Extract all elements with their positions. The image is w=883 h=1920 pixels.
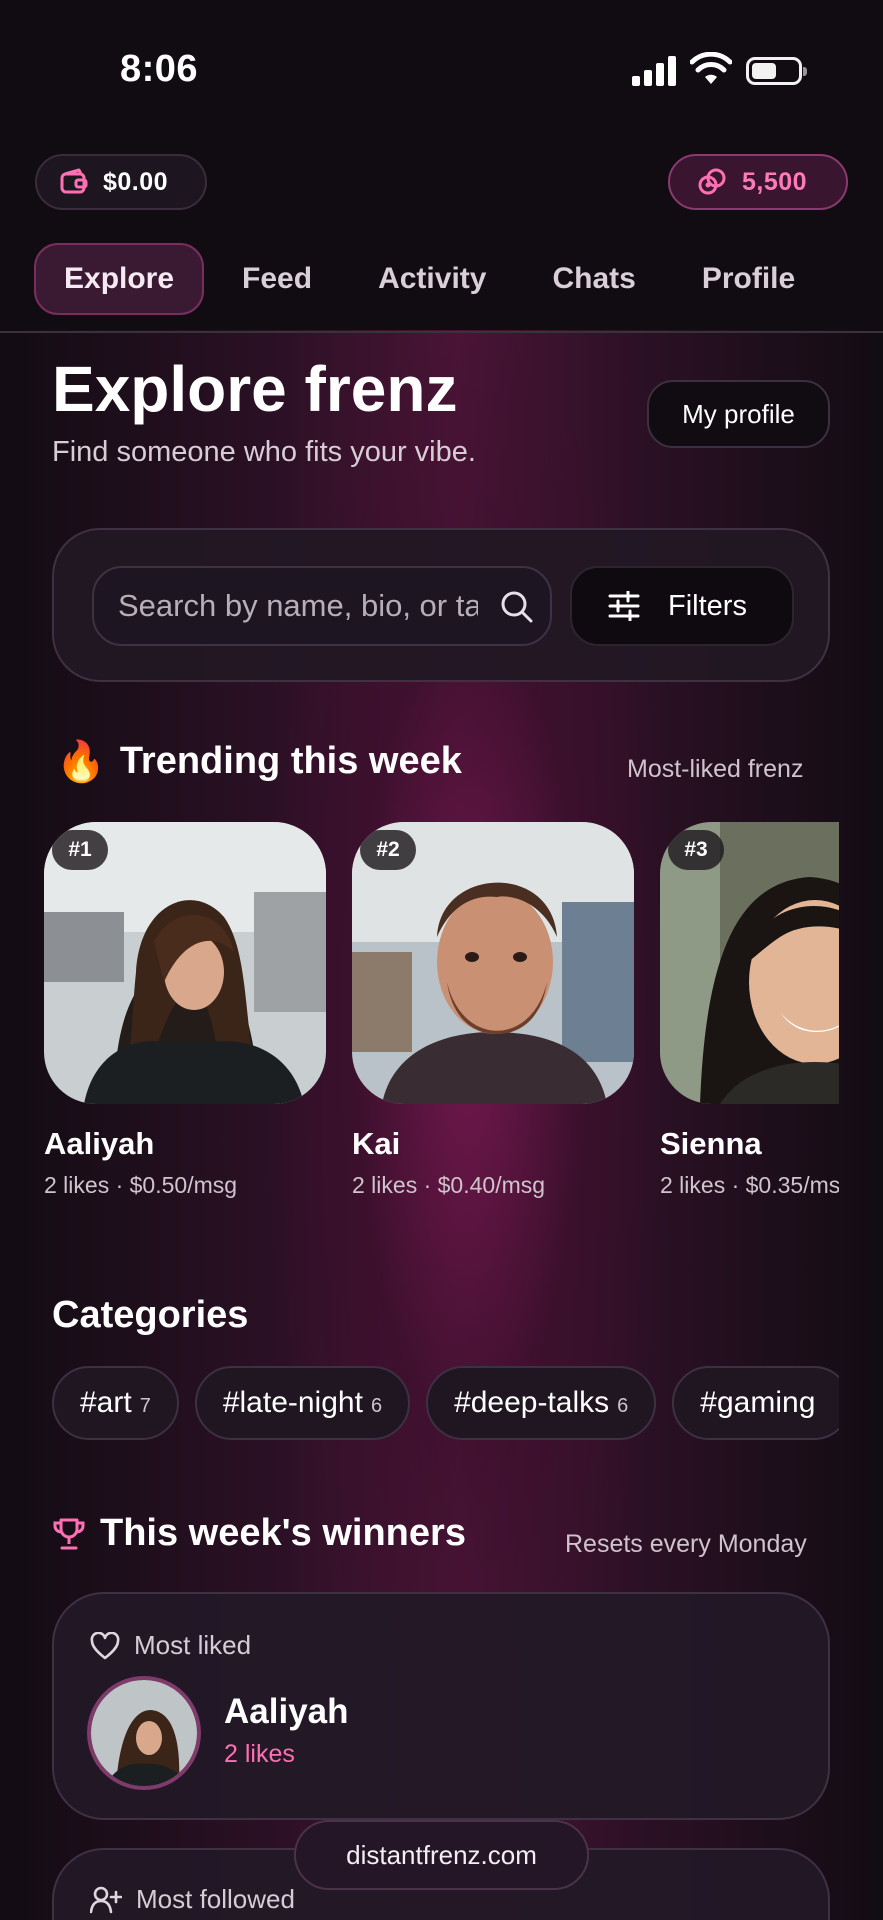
trending-stats: 2 likes · $0.35/msg — [660, 1172, 839, 1198]
status-time: 8:06 — [120, 48, 199, 90]
wallet-amount: $0.00 — [103, 167, 169, 196]
tab-profile[interactable]: Profile — [674, 243, 823, 315]
trophy-icon — [53, 1518, 85, 1549]
heart-icon — [90, 1631, 120, 1659]
wallet-icon — [60, 168, 88, 194]
winner-card-most-liked[interactable]: Most liked Aaliyah 2 likes — [52, 1592, 830, 1820]
category-count: 7 — [139, 1395, 151, 1417]
trending-card[interactable]: #1 Aaliyah 2 likes · $0.50/msg — [44, 822, 326, 1199]
battery-icon — [746, 57, 807, 85]
category-tag: #art — [80, 1386, 132, 1419]
winner-label-text: Most followed — [136, 1884, 295, 1914]
winner-likes: 2 likes — [224, 1740, 295, 1768]
categories-title: Categories — [52, 1294, 249, 1336]
category-count: 6 — [370, 1395, 383, 1417]
category-tag: #deep-talks — [454, 1386, 610, 1419]
page-title: Explore frenz — [52, 353, 458, 425]
winner-label: Most liked — [90, 1630, 251, 1661]
filters-button[interactable]: Filters — [570, 566, 794, 646]
filters-label: Filters — [668, 589, 747, 622]
coins-icon — [698, 168, 726, 195]
trending-name: Aaliyah — [44, 1126, 155, 1161]
search-card: Filters — [52, 528, 830, 682]
trending-photo[interactable]: #1 — [44, 822, 326, 1104]
trending-meta: Most-liked frenz — [627, 755, 804, 783]
category-chip[interactable]: #art 7 — [52, 1366, 179, 1440]
rank-badge: #2 — [360, 830, 416, 870]
status-bar: 8:06 — [0, 0, 883, 140]
category-chip[interactable]: #deep-talks 6 — [426, 1366, 657, 1440]
fire-icon: 🔥 — [56, 740, 106, 784]
categories-row[interactable]: #art 7 #late-night 6 #deep-talks 6 #gami… — [52, 1366, 839, 1442]
winner-label-text: Most liked — [134, 1630, 252, 1660]
tab-explore[interactable]: Explore — [34, 243, 205, 315]
page-subtitle: Find someone who fits your vibe. — [52, 436, 476, 468]
winners-title: This week's winners — [100, 1512, 466, 1554]
trending-name: Sienna — [660, 1126, 762, 1161]
trending-title: Trending this week — [119, 740, 462, 782]
rank-badge: #3 — [668, 830, 724, 870]
add-user-icon — [90, 1886, 122, 1913]
wallet-balance-pill[interactable]: $0.00 — [35, 154, 207, 210]
search-input[interactable] — [118, 568, 478, 644]
sliders-icon — [608, 591, 640, 621]
main-tabs: Explore Feed Activity Chats Profile — [34, 242, 833, 316]
trending-card[interactable]: #2 Kai 2 likes · $0.40/msg — [352, 822, 634, 1199]
winner-name: Aaliyah — [224, 1692, 349, 1731]
coins-amount: 5,500 — [742, 167, 808, 196]
search-field[interactable] — [92, 566, 552, 646]
cellular-signal-icon — [632, 56, 676, 86]
category-chip[interactable]: #late-night 6 — [194, 1366, 411, 1440]
category-tag: #late-night — [222, 1386, 363, 1419]
avatar — [87, 1676, 201, 1790]
tab-feed[interactable]: Feed — [214, 243, 340, 315]
trending-name: Kai — [352, 1126, 401, 1161]
category-chip[interactable]: #gaming — [672, 1366, 839, 1440]
wifi-icon — [690, 52, 732, 84]
search-icon — [501, 591, 533, 623]
trending-card[interactable]: #3 Sienna 2 likes · $0.35/msg — [660, 822, 839, 1199]
trending-photo[interactable]: #3 — [660, 822, 839, 1104]
tab-activity[interactable]: Activity — [350, 243, 514, 315]
coins-balance-pill[interactable]: 5,500 — [668, 154, 848, 210]
tab-chats[interactable]: Chats — [524, 243, 663, 315]
trending-photo[interactable]: #2 — [352, 822, 634, 1104]
tab-divider — [0, 331, 883, 333]
winners-meta: Resets every Monday — [565, 1530, 807, 1558]
trending-header: 🔥 Trending this week — [56, 738, 462, 785]
category-count: 6 — [617, 1395, 629, 1417]
winner-label: Most followed — [90, 1884, 295, 1915]
trending-stats: 2 likes · $0.40/msg — [352, 1172, 546, 1198]
my-profile-button[interactable]: My profile — [647, 380, 830, 448]
trending-stats: 2 likes · $0.50/msg — [44, 1172, 238, 1198]
category-tag: #gaming — [700, 1386, 816, 1419]
trending-carousel[interactable]: #1 Aaliyah 2 likes · $0.50/msg #2 Kai 2 … — [44, 822, 839, 1202]
rank-badge: #1 — [52, 830, 108, 870]
site-domain-pill[interactable]: distantfrenz.com — [294, 1820, 589, 1890]
winners-header: This week's winners — [52, 1512, 466, 1555]
